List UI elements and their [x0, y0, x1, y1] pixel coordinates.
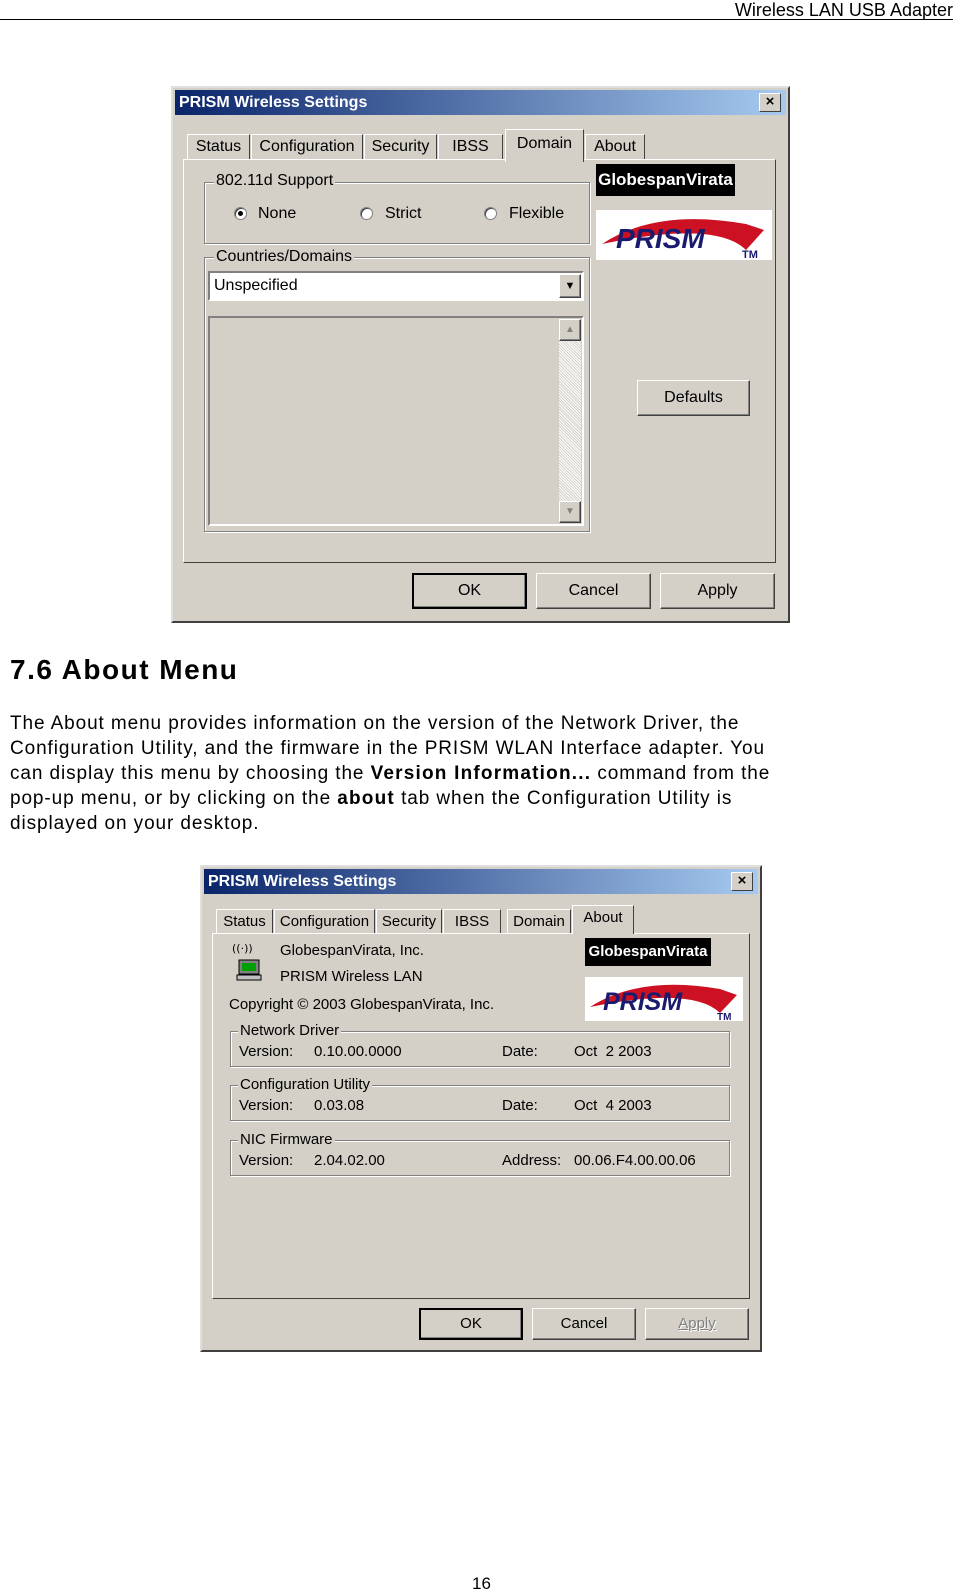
company-name: GlobespanVirata, Inc. — [280, 942, 424, 959]
tab-about[interactable]: About — [572, 905, 634, 934]
utility-date-label: Date: — [502, 1097, 538, 1114]
tab-domain[interactable]: Domain — [507, 909, 571, 934]
utility-version-value: 0.03.08 — [314, 1097, 365, 1114]
para-line-2: Configuration Utility, and the firmware … — [10, 738, 765, 759]
header-rule — [0, 19, 953, 20]
tab-about[interactable]: About — [585, 134, 645, 160]
prism-tm-text: TM — [717, 1012, 731, 1021]
para-text: command from the — [591, 763, 771, 784]
tab-panel: 802.11d Support None Strict Flexible Cou… — [183, 159, 776, 563]
dropdown-value: Unspecified — [214, 277, 298, 294]
cancel-button[interactable]: Cancel — [536, 573, 651, 609]
product-name: PRISM Wireless LAN — [280, 968, 423, 985]
radio-strict-label: Strict — [385, 205, 422, 222]
support-group-label: 802.11d Support — [214, 172, 336, 190]
tab-ibss[interactable]: IBSS — [443, 909, 501, 934]
driver-date-label: Date: — [502, 1043, 538, 1060]
page-number: 16 — [472, 1574, 491, 1593]
radio-flexible[interactable] — [484, 207, 497, 220]
prism-logo: PRISM TM — [596, 210, 772, 261]
radio-strict[interactable] — [360, 207, 373, 220]
dialog-title: PRISM Wireless Settings — [179, 94, 368, 111]
tab-panel: ((·)) GlobespanVirata, Inc. PRISM Wirele… — [212, 933, 750, 1299]
tab-configuration[interactable]: Configuration — [274, 909, 375, 934]
radio-selected-dot — [238, 211, 243, 216]
copyright-text: Copyright © 2003 GlobespanVirata, Inc. — [229, 996, 495, 1013]
tab-ibss[interactable]: IBSS — [438, 134, 503, 160]
tab-security[interactable]: Security — [376, 909, 442, 934]
prism-logo: PRISM TM — [585, 977, 743, 1023]
close-icon[interactable]: × — [731, 872, 753, 891]
section-heading: 7.6 About Menu — [10, 654, 239, 685]
ok-button[interactable]: OK — [412, 573, 527, 609]
globespanvirata-logo: GlobespanVirata — [596, 164, 735, 196]
para-line-3: can display this menu by choosing the Ve… — [10, 761, 960, 786]
nic-firmware-label: NIC Firmware — [238, 1131, 335, 1149]
prism-tm-text: TM — [742, 249, 758, 260]
para-line-4: pop-up menu, or by clicking on the about… — [10, 786, 960, 811]
scroll-up-icon[interactable]: ▲ — [559, 319, 581, 341]
radio-none[interactable] — [234, 207, 247, 220]
driver-date-value: Oct 2 2003 — [574, 1043, 652, 1060]
chevron-down-icon[interactable]: ▼ — [559, 274, 581, 298]
prism-logo-text: PRISM — [616, 223, 705, 254]
tab-configuration[interactable]: Configuration — [251, 134, 363, 160]
driver-version-label: Version: — [239, 1043, 294, 1060]
utility-date-value: Oct 4 2003 — [574, 1097, 652, 1114]
network-driver-label: Network Driver — [238, 1022, 342, 1040]
wireless-adapter-icon: ((·)) — [229, 940, 269, 982]
radio-flexible-label: Flexible — [509, 205, 565, 222]
version-information-command: Version Information... — [370, 763, 592, 784]
prism-logo-text: PRISM — [603, 988, 683, 1016]
driver-version-value: 0.10.00.0000 — [314, 1043, 402, 1060]
para-text: tab when the Configuration Utility is — [394, 788, 733, 809]
firmware-address-value: 00.06.F4.00.00.06 — [574, 1152, 696, 1169]
globespanvirata-logo: GlobespanVirata — [585, 938, 711, 966]
tab-status[interactable]: Status — [216, 909, 273, 934]
tab-status[interactable]: Status — [187, 134, 250, 160]
countries-group-label: Countries/Domains — [214, 248, 355, 266]
apply-button[interactable]: Apply — [645, 1308, 749, 1340]
page-header-title: Wireless LAN USB Adapter — [734, 0, 953, 20]
radio-none-label: None — [258, 205, 297, 222]
tab-domain[interactable]: Domain — [505, 129, 584, 162]
config-utility-label: Configuration Utility — [238, 1076, 373, 1094]
close-icon[interactable]: × — [759, 93, 781, 112]
countries-dropdown[interactable]: Unspecified ▼ — [208, 271, 584, 301]
firmware-address-label: Address: — [502, 1152, 562, 1169]
svg-text:((·)): ((·)) — [232, 942, 253, 955]
ok-button[interactable]: OK — [419, 1308, 523, 1340]
dialog-title-bar: PRISM Wireless Settings — [204, 869, 758, 894]
utility-version-label: Version: — [239, 1097, 294, 1114]
domain-dialog: PRISM Wireless Settings × Status Configu… — [171, 86, 790, 623]
domain-list[interactable]: ▲ ▼ — [208, 316, 584, 526]
list-scrollbar[interactable]: ▲ ▼ — [559, 319, 581, 523]
para-line-5: displayed on your desktop. — [10, 813, 260, 834]
firmware-version-label: Version: — [239, 1152, 294, 1169]
about-dialog: PRISM Wireless Settings × Status Configu… — [200, 865, 762, 1352]
para-line-1: The About menu provides information on t… — [10, 713, 740, 734]
para-text: can display this menu by choosing the — [10, 763, 371, 784]
section-paragraph: The About menu provides information on t… — [10, 711, 960, 836]
about-tab-term: about — [337, 788, 395, 809]
apply-button[interactable]: Apply — [660, 573, 775, 609]
scroll-down-icon[interactable]: ▼ — [559, 501, 581, 523]
dialog-title: PRISM Wireless Settings — [208, 873, 397, 890]
tab-security[interactable]: Security — [364, 134, 437, 160]
firmware-version-value: 2.04.02.00 — [314, 1152, 385, 1169]
dialog-title-bar: PRISM Wireless Settings — [175, 90, 786, 115]
cancel-button[interactable]: Cancel — [532, 1308, 636, 1340]
para-text: pop-up menu, or by clicking on the — [10, 788, 338, 809]
defaults-button[interactable]: Defaults — [637, 380, 750, 416]
